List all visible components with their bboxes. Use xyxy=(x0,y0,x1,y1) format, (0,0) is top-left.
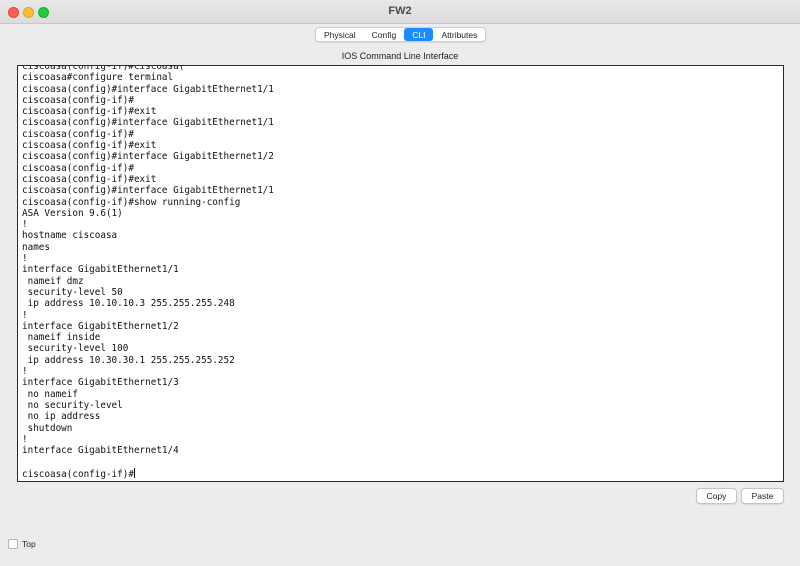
terminal-line: nameif dmz xyxy=(22,275,84,287)
terminal-line: names xyxy=(22,241,50,253)
tab-attributes[interactable]: Attributes xyxy=(433,28,485,41)
terminal-line: ! xyxy=(22,433,28,445)
tab-bar: Physical Config CLI Attributes xyxy=(315,27,487,42)
terminal-line: ciscoasa(config-if)#exit xyxy=(22,106,157,118)
terminal-line: ciscoasa(config-if)# xyxy=(22,128,134,140)
terminal-line: ciscoasa#configure terminal xyxy=(22,72,174,84)
terminal-line: no ip address xyxy=(22,411,101,423)
terminal-line: no security-level xyxy=(22,399,123,411)
terminal-line: ! xyxy=(22,253,28,265)
terminal-line: ! xyxy=(22,219,28,231)
terminal-line: no nameif xyxy=(22,388,78,400)
cli-header: IOS Command Line Interface xyxy=(341,51,459,61)
terminal-line: interface GigabitEthernet1/1 xyxy=(22,264,179,276)
title-bar: FW2 xyxy=(0,0,800,24)
window-title: FW2 xyxy=(388,5,412,17)
tab-config[interactable]: Config xyxy=(364,28,405,41)
top-checkbox[interactable] xyxy=(8,539,18,549)
terminal-line: ciscoasa(config-if)# xyxy=(22,162,134,174)
cli-terminal[interactable]: ciscoasa(config-if)#ciscoasa(ciscoasa#co… xyxy=(17,65,784,482)
paste-button[interactable]: Paste xyxy=(741,488,784,504)
tab-physical[interactable]: Physical xyxy=(316,28,364,41)
terminal-line: ciscoasa(config)#interface GigabitEthern… xyxy=(22,117,274,129)
terminal-line: interface GigabitEthernet1/3 xyxy=(22,377,179,389)
terminal-line: ASA Version 9.6(1) xyxy=(22,207,123,219)
terminal-line: ciscoasa(config-if)# xyxy=(22,94,134,106)
terminal-line: ciscoasa(config-if)#ciscoasa( xyxy=(22,65,185,72)
terminal-line: interface GigabitEthernet1/2 xyxy=(22,320,179,332)
terminal-prompt: ciscoasa(config-if)# xyxy=(22,468,134,480)
terminal-line: ciscoasa(config-if)#exit xyxy=(22,140,157,152)
terminal-line: ip address 10.30.30.1 255.255.255.252 xyxy=(22,354,235,366)
terminal-line: ciscoasa(config-if)#exit xyxy=(22,173,157,185)
terminal-line: ! xyxy=(22,309,28,321)
terminal-output: ciscoasa(config-if)#ciscoasa(ciscoasa#co… xyxy=(22,65,779,480)
terminal-line: hostname ciscoasa xyxy=(22,230,118,242)
terminal-line: ciscoasa(config)#interface GigabitEthern… xyxy=(22,151,274,163)
terminal-prompt-line: ciscoasa(config-if)# xyxy=(22,467,779,480)
terminal-line: ciscoasa(config)#interface GigabitEthern… xyxy=(22,185,274,197)
terminal-line: shutdown xyxy=(22,422,73,434)
copy-button[interactable]: Copy xyxy=(696,488,737,504)
terminal-line: security-level 100 xyxy=(22,343,129,355)
terminal-line: interface GigabitEthernet1/4 xyxy=(22,445,179,457)
top-label: Top xyxy=(22,539,36,549)
terminal-line: ciscoasa(config-if)#show running-config xyxy=(22,196,241,208)
text-cursor xyxy=(133,467,135,478)
terminal-line: ! xyxy=(22,366,28,378)
terminal-line: nameif inside xyxy=(22,332,101,344)
top-option[interactable]: Top xyxy=(8,539,36,549)
terminal-line: security-level 50 xyxy=(22,286,123,298)
tab-cli[interactable]: CLI xyxy=(404,28,434,41)
terminal-line: ip address 10.10.10.3 255.255.255.248 xyxy=(22,298,235,310)
terminal-line: ciscoasa(config)#interface GigabitEthern… xyxy=(22,83,274,95)
